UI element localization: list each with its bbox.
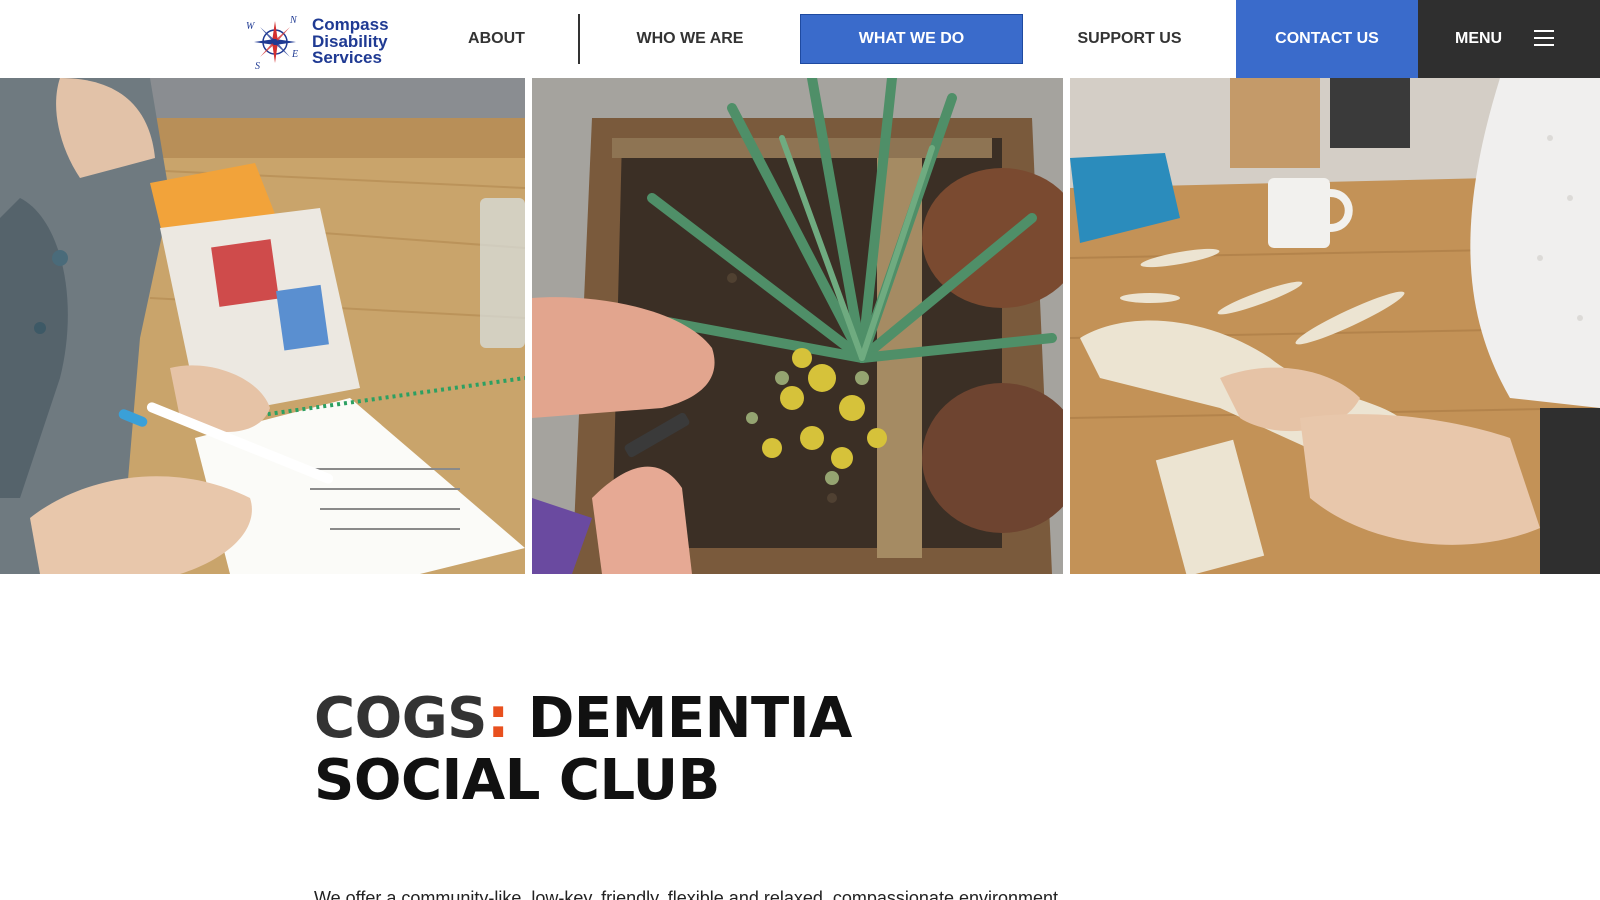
site-header: N E S W Compass Disability Services ABOU… bbox=[0, 0, 1600, 78]
photo-wooden-craft bbox=[1070, 78, 1600, 574]
intro-paragraph: We offer a community-like, low-key, frie… bbox=[314, 888, 1074, 900]
photo-word-search bbox=[0, 78, 525, 574]
logo-wordmark: Compass Disability Services bbox=[312, 17, 389, 67]
photo-strip bbox=[0, 78, 1600, 574]
menu-button[interactable]: MENU bbox=[1418, 0, 1600, 78]
menu-label: MENU bbox=[1455, 30, 1503, 47]
nav-contact-us[interactable]: CONTACT US bbox=[1236, 0, 1418, 78]
nav-support-us[interactable]: SUPPORT US bbox=[1023, 14, 1236, 64]
svg-text:W: W bbox=[246, 21, 256, 32]
svg-text:E: E bbox=[291, 49, 298, 60]
nav-who-we-are[interactable]: WHO WE ARE bbox=[580, 14, 800, 64]
page-title: COGS: DEMENTIA SOCIAL CLUB bbox=[314, 688, 852, 812]
logo-line-3: Services bbox=[312, 48, 382, 68]
svg-text:N: N bbox=[289, 15, 298, 26]
compass-logo-icon: N E S W bbox=[246, 13, 304, 72]
title-colon: : bbox=[487, 686, 509, 751]
title-social-club: SOCIAL CLUB bbox=[314, 748, 720, 813]
title-dementia: DEMENTIA bbox=[508, 686, 852, 751]
title-cogs: COGS bbox=[314, 686, 488, 751]
site-logo[interactable]: N E S W Compass Disability Services bbox=[246, 13, 396, 72]
photo-gardening bbox=[532, 78, 1063, 574]
nav-what-we-do[interactable]: WHAT WE DO bbox=[800, 14, 1023, 64]
nav-about[interactable]: ABOUT bbox=[414, 14, 579, 64]
svg-text:S: S bbox=[255, 61, 260, 71]
hamburger-icon bbox=[1534, 30, 1554, 46]
